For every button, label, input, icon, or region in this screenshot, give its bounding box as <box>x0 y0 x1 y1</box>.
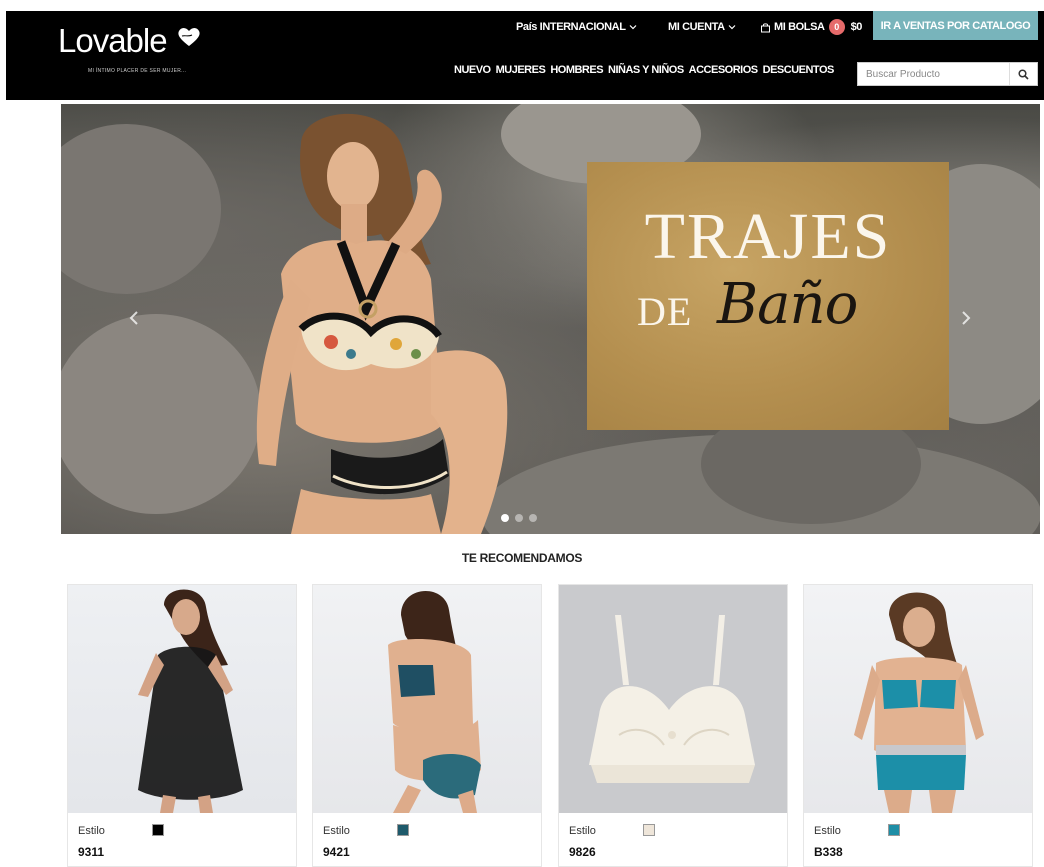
recommendations-title: TE RECOMENDAMOS <box>461 551 583 565</box>
product-code: 9311 <box>78 845 105 859</box>
nav-item-hombres[interactable]: HOMBRES <box>550 64 603 76</box>
product-style-label: Estilo <box>323 825 350 837</box>
shopping-bag-icon <box>761 22 770 32</box>
search-input[interactable] <box>858 63 1008 85</box>
product-image <box>313 585 541 813</box>
product-code: B338 <box>814 845 843 859</box>
product-style-label: Estilo <box>569 825 596 837</box>
catalog-sales-button[interactable]: IR A VENTAS POR CATALOGO <box>873 11 1038 40</box>
color-swatch[interactable] <box>888 824 900 836</box>
site-header: Lovable MI ÍNTIMO PLACER DE SER MUJER...… <box>0 0 1044 102</box>
search-button[interactable] <box>1009 63 1037 85</box>
product-code: 9421 <box>323 845 350 859</box>
hero-subtitle-script: Baño <box>717 272 858 337</box>
nav-item-mujeres[interactable]: MUJERES <box>496 64 546 76</box>
product-photo <box>589 615 755 783</box>
product-code: 9826 <box>569 845 596 859</box>
color-swatch[interactable] <box>152 824 164 836</box>
bag-total: $0 <box>850 21 863 33</box>
product-image <box>804 585 1032 813</box>
country-label: País INTERNACIONAL <box>516 21 626 33</box>
color-swatch[interactable] <box>643 824 655 836</box>
carousel-dot[interactable] <box>501 514 509 522</box>
search-icon <box>1018 68 1029 80</box>
chevron-down-icon <box>629 25 636 30</box>
hero-banner: TRAJES DE Baño <box>587 162 949 430</box>
color-swatch[interactable] <box>397 824 409 836</box>
nav-item-descuentos[interactable]: DESCUENTOS <box>763 64 835 76</box>
account-menu[interactable]: MI CUENTA <box>668 16 736 38</box>
carousel-next-button[interactable] <box>957 304 975 332</box>
product-card[interactable]: Estilo 9311 <box>67 584 297 867</box>
shopping-bag-link[interactable]: MI BOLSA 0 $0 <box>760 16 862 38</box>
chevron-left-icon <box>129 311 138 325</box>
bag-count-badge: 0 <box>828 19 845 35</box>
product-card[interactable]: Estilo 9421 <box>312 584 542 867</box>
search-box <box>857 62 1038 86</box>
carousel-indicators <box>501 514 537 522</box>
nav-item-ninas-ninos[interactable]: NIÑAS Y NIÑOS <box>608 64 684 76</box>
carousel-prev-button[interactable] <box>125 304 143 332</box>
bag-label: MI BOLSA <box>774 21 825 33</box>
hero-carousel[interactable]: TRAJES DE Baño <box>61 104 1040 534</box>
product-photo <box>388 591 481 813</box>
product-image <box>68 585 296 813</box>
account-label: MI CUENTA <box>668 21 725 33</box>
product-photo <box>138 589 243 813</box>
logo-tagline: MI ÍNTIMO PLACER DE SER MUJER... <box>88 68 187 74</box>
nav-item-accesorios[interactable]: ACCESORIOS <box>689 64 758 76</box>
product-style-label: Estilo <box>814 825 841 837</box>
product-card[interactable]: Estilo B338 <box>803 584 1033 867</box>
logo-text: Lovable <box>58 22 168 59</box>
logo[interactable]: Lovable MI ÍNTIMO PLACER DE SER MUJER... <box>58 22 228 82</box>
carousel-dot[interactable] <box>529 514 537 522</box>
product-image <box>559 585 787 813</box>
chevron-down-icon <box>728 25 736 30</box>
product-photo <box>854 592 984 813</box>
hero-title: TRAJES <box>644 200 892 273</box>
country-selector[interactable]: País INTERNACIONAL <box>516 16 637 38</box>
nav-item-nuevo[interactable]: NUEVO <box>454 64 491 76</box>
product-style-label: Estilo <box>78 825 105 837</box>
carousel-dot[interactable] <box>515 514 523 522</box>
chevron-right-icon <box>962 311 971 325</box>
product-card[interactable]: Estilo 9826 <box>558 584 788 867</box>
hero-subtitle-de: DE <box>637 289 693 334</box>
heart-logo-icon <box>178 28 200 46</box>
main-nav: NUEVO MUJERES HOMBRES NIÑAS Y NIÑOS ACCE… <box>454 64 834 76</box>
hero-model-image <box>256 113 508 534</box>
